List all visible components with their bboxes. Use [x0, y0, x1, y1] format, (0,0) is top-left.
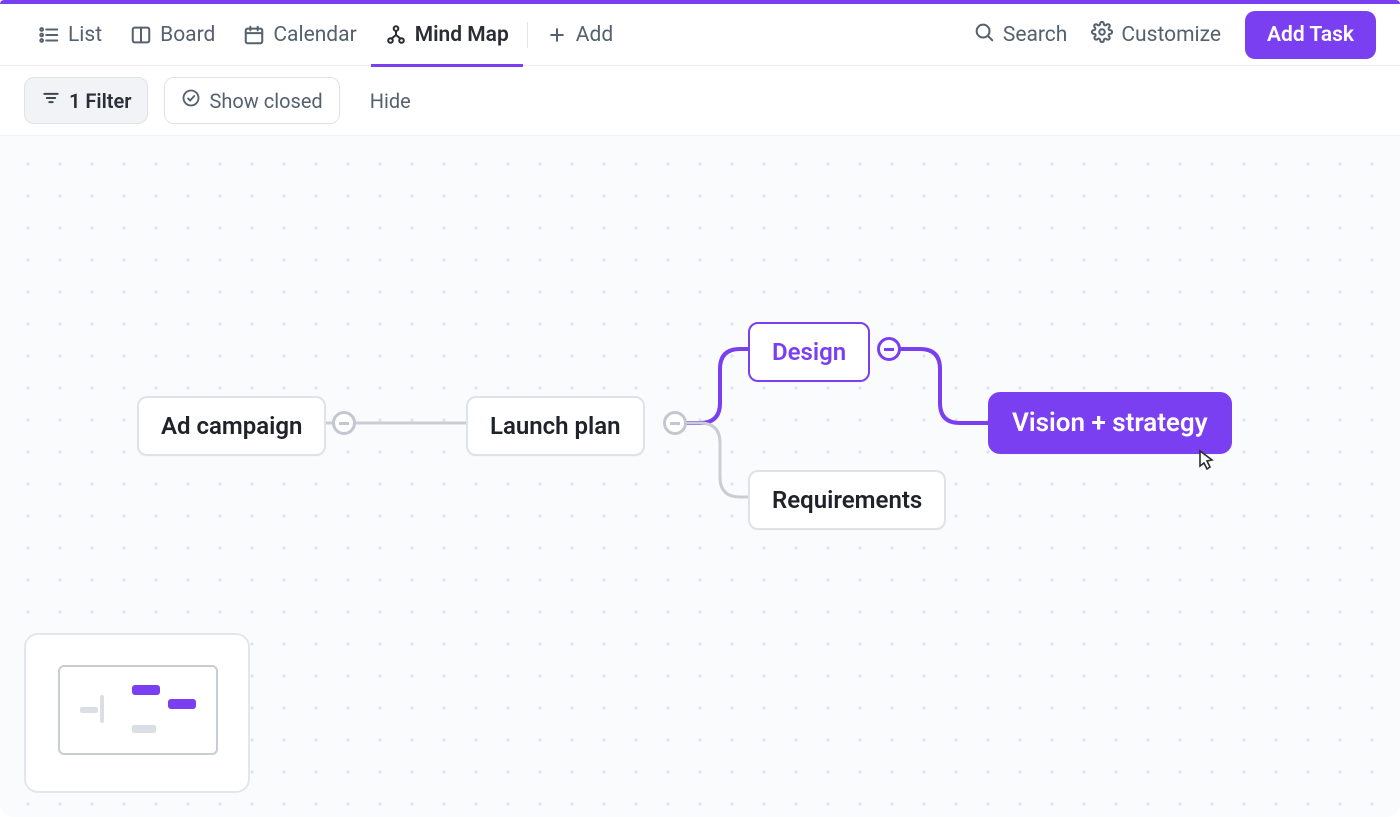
mind-map-canvas[interactable]: Ad campaign Launch plan Design Requireme…	[0, 136, 1400, 817]
filter-chip[interactable]: 1 Filter	[24, 77, 148, 124]
check-circle-icon	[181, 88, 201, 113]
node-vision-strategy-label: Vision + strategy	[1012, 408, 1208, 438]
node-design[interactable]: Design	[748, 322, 870, 382]
tab-board[interactable]: Board	[116, 4, 229, 66]
tab-board-label: Board	[160, 23, 215, 47]
minimap-node	[132, 725, 156, 733]
tab-list[interactable]: List	[24, 4, 116, 66]
customize-button[interactable]: Customize	[1091, 21, 1221, 49]
add-view-label: Add	[576, 23, 613, 47]
search-label: Search	[1003, 23, 1068, 47]
node-ad-campaign[interactable]: Ad campaign	[137, 396, 326, 456]
filter-bar: 1 Filter Show closed Hide	[0, 66, 1400, 136]
gear-icon	[1091, 21, 1113, 49]
plus-icon	[546, 24, 568, 46]
tab-mind-map-label: Mind Map	[415, 23, 509, 47]
node-launch-plan-label: Launch plan	[490, 412, 621, 440]
minimap-node	[80, 707, 98, 713]
add-task-button[interactable]: Add Task	[1245, 11, 1376, 59]
header-right-actions: Search Customize Add Task	[973, 11, 1376, 59]
hide-label: Hide	[370, 89, 411, 113]
divider	[527, 22, 528, 48]
list-icon	[38, 24, 60, 46]
hide-button[interactable]: Hide	[356, 79, 425, 123]
calendar-icon	[243, 24, 265, 46]
add-task-label: Add Task	[1267, 23, 1354, 47]
node-requirements[interactable]: Requirements	[748, 470, 946, 530]
minimap-node	[132, 685, 160, 695]
filter-icon	[41, 88, 61, 113]
minimap-bracket	[100, 695, 104, 723]
node-launch-plan[interactable]: Launch plan	[466, 396, 645, 456]
filter-chip-label: 1 Filter	[69, 89, 131, 113]
minimap-node	[168, 699, 196, 709]
tab-calendar-label: Calendar	[273, 23, 356, 47]
view-tabs-bar: List Board Calendar Mind Map	[0, 4, 1400, 66]
tab-mind-map[interactable]: Mind Map	[371, 4, 523, 66]
show-closed-chip[interactable]: Show closed	[164, 77, 339, 124]
node-design-label: Design	[772, 338, 846, 366]
customize-label: Customize	[1121, 23, 1221, 47]
minimap[interactable]	[24, 633, 250, 793]
node-ad-campaign-label: Ad campaign	[161, 412, 302, 440]
expand-handle-ad-campaign[interactable]	[332, 411, 356, 435]
board-icon	[130, 24, 152, 46]
mindmap-icon	[385, 24, 407, 46]
minimap-viewport[interactable]	[58, 665, 218, 755]
add-view-button[interactable]: Add	[532, 4, 627, 66]
node-requirements-label: Requirements	[772, 486, 922, 514]
show-closed-label: Show closed	[209, 89, 322, 113]
tab-calendar[interactable]: Calendar	[229, 4, 370, 66]
search-icon	[973, 21, 995, 49]
expand-handle-launch-plan[interactable]	[663, 411, 687, 435]
node-vision-strategy[interactable]: Vision + strategy	[988, 392, 1232, 454]
search-button[interactable]: Search	[973, 21, 1068, 49]
tab-list-label: List	[68, 23, 102, 47]
expand-handle-design[interactable]	[877, 337, 901, 361]
